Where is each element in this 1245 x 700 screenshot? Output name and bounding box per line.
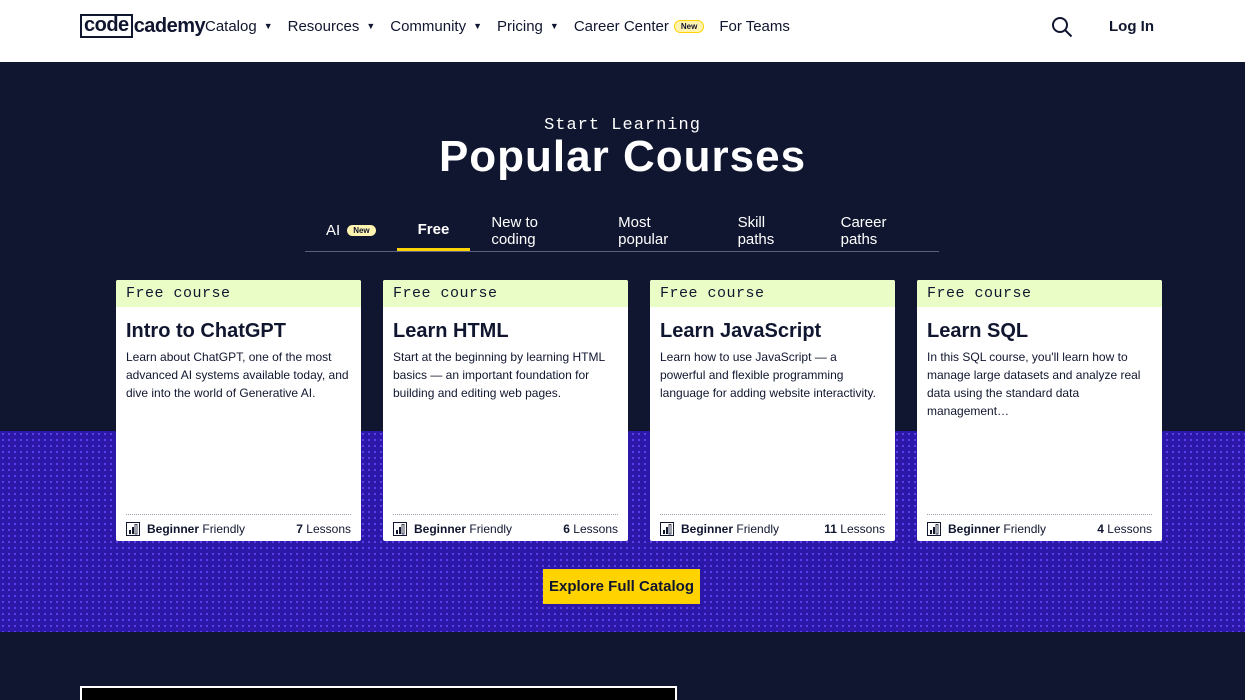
search-icon[interactable] [1051,16,1073,38]
lesson-number: 4 [1097,522,1104,536]
tab-new-to-coding[interactable]: New to coding [470,210,597,251]
card-footer: Beginner Friendly 4 Lessons [927,514,1152,541]
level-rest: Friendly [1003,522,1047,536]
nav-for-teams[interactable]: For Teams [719,18,790,35]
caret-down-icon: ▼ [549,21,559,31]
difficulty-level: Beginner Friendly [681,522,779,536]
login-button[interactable]: Log In [1109,18,1154,35]
tab-free-label: Free [417,220,450,238]
caret-down-icon: ▼ [263,21,273,31]
tab-skill-paths[interactable]: Skill paths [717,210,820,251]
nav-community-label: Community [390,17,467,35]
lesson-count: 4 Lessons [1097,522,1152,536]
card-title: Learn HTML [393,320,509,342]
card-description: Start at the beginning by learning HTML … [393,350,605,400]
caret-down-icon: ▼ [473,21,483,31]
tab-ai-label: AI [326,222,341,239]
codecademy-logo[interactable]: code cademy [80,14,206,38]
card-footer: Beginner Friendly 11 Lessons [660,514,885,541]
bar-chart-icon [927,522,941,536]
tab-skill-paths-label: Skill paths [737,213,775,248]
card-description: Learn how to use JavaScript — a powerful… [660,350,876,400]
nav-pricing-label: Pricing [497,17,543,35]
difficulty-level: Beginner Friendly [948,522,1046,536]
logo-code-box: code [80,14,133,38]
course-filter-tabs: AI New Free New to coding Most popular S… [305,210,939,252]
nav-resources[interactable]: Resources ▼ [288,18,376,35]
new-badge: New [673,19,705,33]
card-title: Intro to ChatGPT [126,320,286,342]
difficulty-level: Beginner Friendly [147,522,245,536]
tab-free[interactable]: Free [396,210,471,251]
level-bold: Beginner [948,522,1001,536]
nav-community[interactable]: Community ▼ [390,18,482,35]
card-type-label: Free course [917,280,1162,307]
lesson-count: 6 Lessons [563,522,618,536]
lesson-number: 6 [563,522,570,536]
card-type-label: Free course [650,280,895,307]
lesson-word: Lessons [306,522,351,536]
bar-chart-icon [393,522,407,536]
nav-for-teams-label: For Teams [719,17,790,35]
card-type-label: Free course [383,280,628,307]
level-rest: Friendly [736,522,780,536]
level-bold: Beginner [147,522,200,536]
level-bold: Beginner [414,522,467,536]
level-bold: Beginner [681,522,734,536]
new-badge: New [347,225,376,236]
tab-new-to-coding-label: New to coding [491,213,539,248]
bar-chart-icon [126,522,140,536]
course-card-intro-to-chatgpt[interactable]: Free course Intro to ChatGPT Learn about… [116,280,361,541]
nav-catalog-label: Catalog [205,17,257,35]
section-title: Popular Courses [438,132,807,181]
card-type-label: Free course [116,280,361,307]
card-title: Learn JavaScript [660,320,822,342]
course-card-learn-sql[interactable]: Free course Learn SQL In this SQL course… [917,280,1162,541]
lesson-number: 11 [824,522,837,536]
card-description: Learn about ChatGPT, one of the most adv… [126,350,349,400]
lesson-word: Lessons [573,522,618,536]
nav-career-center[interactable]: Career Center New [574,18,705,35]
tab-career-paths[interactable]: Career paths [820,210,939,251]
card-footer: Beginner Friendly 6 Lessons [393,514,618,541]
main-nav: Catalog ▼ Resources ▼ Community ▼ Pricin… [205,0,805,52]
bar-chart-icon [660,522,674,536]
tab-ai[interactable]: AI New [305,210,397,251]
card-description: In this SQL course, you'll learn how to … [927,350,1141,418]
lesson-word: Lessons [840,522,885,536]
tab-career-paths-label: Career paths [840,213,887,248]
lesson-number: 7 [296,522,303,536]
level-rest: Friendly [469,522,513,536]
top-nav-bar: code cademy Catalog ▼ Resources ▼ Commun… [0,0,1245,62]
lesson-count: 7 Lessons [296,522,351,536]
nav-career-center-label: Career Center [573,17,669,35]
difficulty-level: Beginner Friendly [414,522,512,536]
nav-pricing[interactable]: Pricing ▼ [497,18,559,35]
lesson-word: Lessons [1107,522,1152,536]
lesson-count: 11 Lessons [824,522,885,536]
tab-most-popular[interactable]: Most popular [597,210,716,251]
caret-down-icon: ▼ [366,21,376,31]
video-preview [80,686,677,700]
nav-resources-label: Resources [287,17,360,35]
level-rest: Friendly [202,522,246,536]
explore-full-catalog-button[interactable]: Explore Full Catalog [543,569,700,604]
course-card-learn-javascript[interactable]: Free course Learn JavaScript Learn how t… [650,280,895,541]
nav-catalog[interactable]: Catalog ▼ [205,18,273,35]
card-title: Learn SQL [927,320,1029,342]
course-card-learn-html[interactable]: Free course Learn HTML Start at the begi… [383,280,628,541]
tab-most-popular-label: Most popular [618,213,669,248]
logo-text: cademy [133,14,206,37]
card-footer: Beginner Friendly 7 Lessons [126,514,351,541]
